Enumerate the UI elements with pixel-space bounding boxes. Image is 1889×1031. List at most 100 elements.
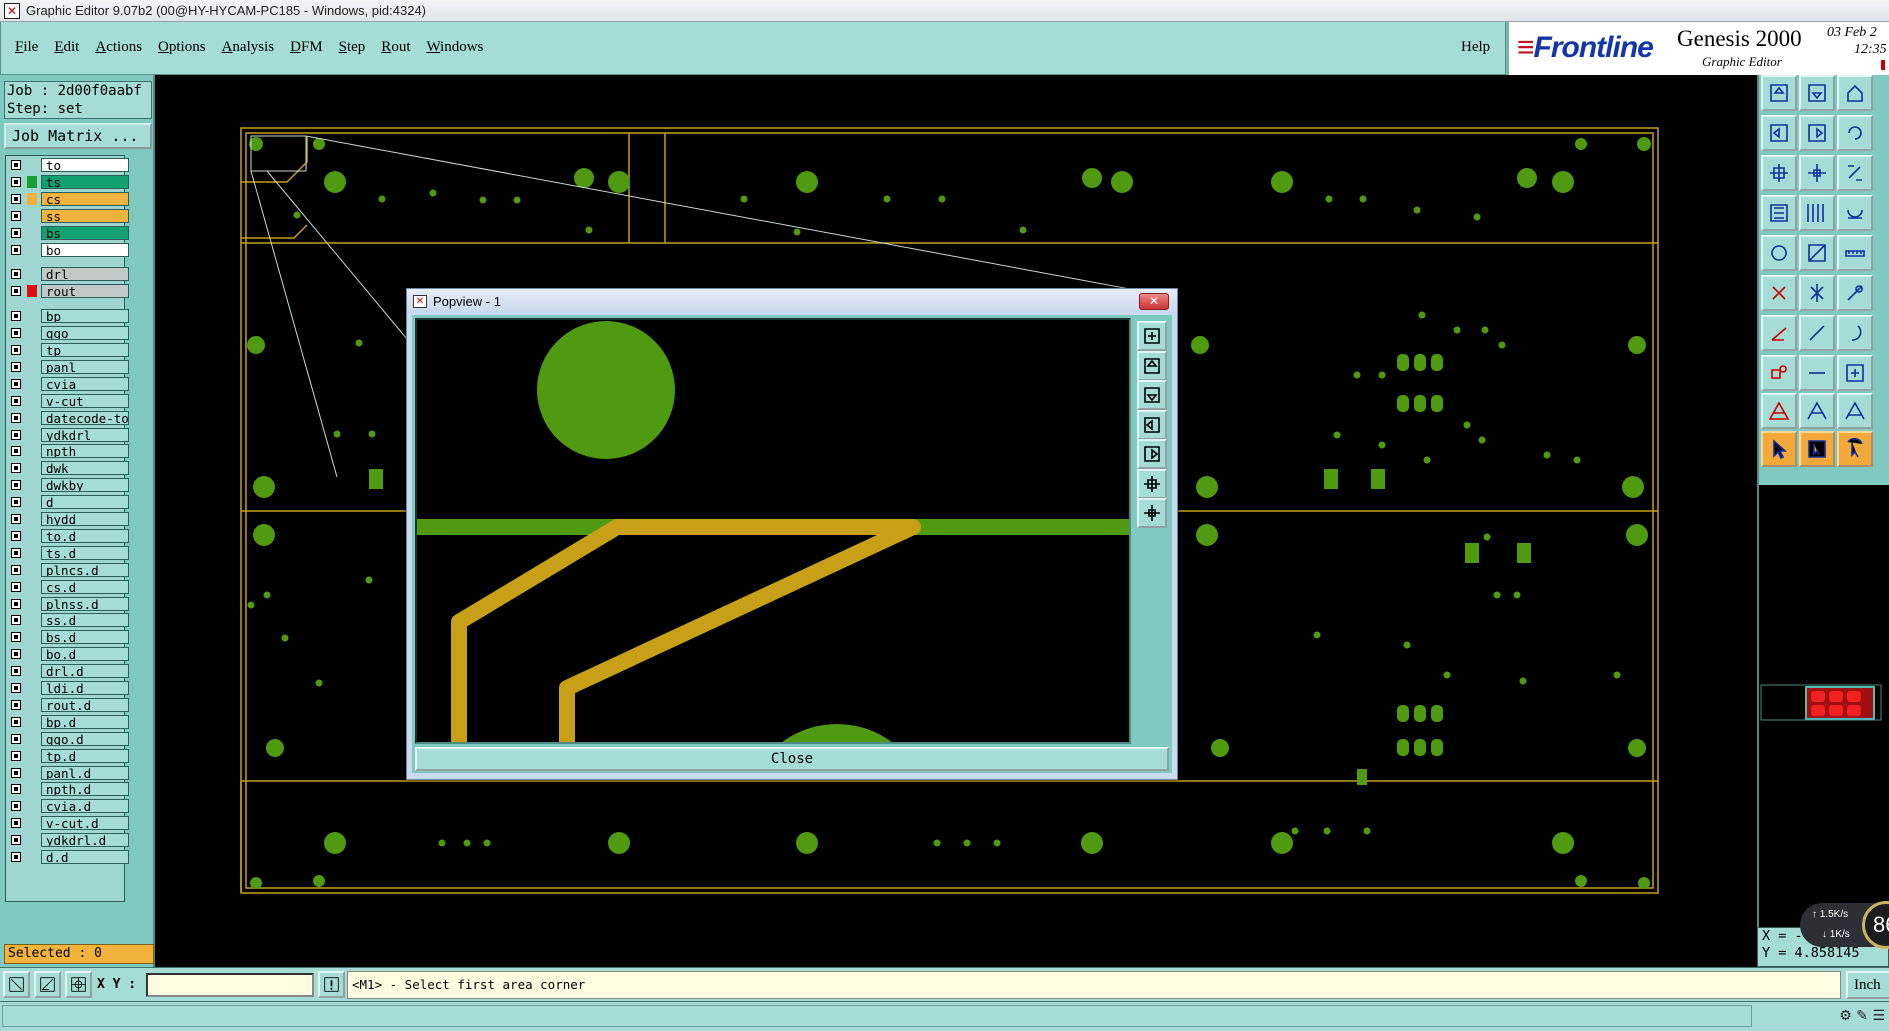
layer-up-button[interactable] [1761,75,1797,111]
layer-checkbox[interactable] [11,395,21,406]
layer-row[interactable]: dwk [8,461,129,476]
layer-checkbox[interactable] [11,632,21,643]
menu-rout[interactable]: Rout [381,39,410,56]
add-line-button[interactable] [1799,235,1835,271]
layer-checkbox[interactable] [11,564,21,575]
overview-map[interactable] [1757,485,1889,967]
layer-checkbox[interactable] [11,852,21,862]
pad-tool-button[interactable] [1761,355,1797,391]
home-button[interactable] [1837,75,1873,111]
layer-row[interactable]: hydd [8,512,129,526]
config-button[interactable] [1837,195,1873,231]
layer-row[interactable]: plnss.d [8,596,129,611]
zoom-half-button[interactable] [1837,155,1873,191]
menu-actions[interactable]: Actions [95,39,142,56]
layer-row[interactable]: ggo.d [8,731,129,746]
layer-row[interactable]: ydkdrl.d [8,833,129,848]
layer-row[interactable]: ldi.d [8,681,129,695]
layer-row[interactable]: bp.d [8,714,129,729]
triangle-a-button[interactable] [1761,393,1797,429]
layer-checkbox[interactable] [11,716,21,727]
layer-row[interactable]: plncs.d [8,562,129,577]
layer-checkbox[interactable] [11,446,21,457]
layer-row[interactable]: ss.d [8,613,129,628]
ruler-button[interactable] [1837,235,1873,271]
layer-row[interactable]: tp [8,343,129,357]
layer-down-button[interactable] [1799,75,1835,111]
alert-button[interactable] [318,971,345,998]
minus-tool-button[interactable] [1799,355,1835,391]
units-button[interactable]: Inch [1846,971,1889,999]
layer-checkbox[interactable] [11,361,21,372]
undo-view-button[interactable] [1837,115,1873,151]
layer-row[interactable]: dwkby [8,478,129,493]
layer-checkbox[interactable] [11,666,21,677]
layer-checkbox[interactable] [11,412,21,423]
layer-checkbox[interactable] [11,598,21,609]
layer-row[interactable]: cvia [8,376,129,391]
menu-edit[interactable]: Edit [54,39,79,56]
popview-layer-down-button[interactable] [1137,380,1167,410]
layer-checkbox[interactable] [11,615,21,626]
job-matrix-button[interactable]: Job Matrix ... [4,123,152,149]
layer-checkbox[interactable] [11,210,21,221]
layer-row[interactable]: rout.d [8,697,129,712]
grid-toggle-button[interactable] [1799,195,1835,231]
layer-checkbox[interactable] [11,547,21,558]
fit-tool-button[interactable] [1837,355,1873,391]
layer-row[interactable]: v-cut.d [8,816,129,831]
popview-fit-button[interactable] [1137,468,1167,499]
layer-checkbox[interactable] [11,378,21,389]
add-node-button[interactable] [1761,275,1797,311]
pan-left-button[interactable] [1761,115,1797,151]
layer-checkbox[interactable] [11,530,21,541]
layer-row[interactable]: to [8,158,129,172]
layer-checkbox[interactable] [11,345,21,355]
layer-row[interactable]: drl.d [8,664,129,679]
menu-analysis[interactable]: Analysis [222,39,275,56]
xy-input[interactable] [146,973,314,997]
measure-button[interactable] [34,971,61,998]
layer-checkbox[interactable] [11,193,21,204]
layer-row[interactable]: datecode-to [8,410,129,425]
layer-checkbox[interactable] [11,784,21,795]
layer-checkbox[interactable] [11,835,21,846]
zoom-area-button[interactable] [3,971,30,998]
layer-checkbox[interactable] [11,497,21,508]
layer-row[interactable]: npth.d [8,782,129,797]
popview-close-button[interactable]: Close [415,747,1169,771]
popview-close-icon[interactable]: ✕ [1139,293,1169,310]
move-node-button[interactable] [1799,275,1835,311]
layer-checkbox[interactable] [11,514,21,524]
layer-row[interactable]: bs [8,225,129,240]
slant-line-button[interactable] [1799,315,1835,351]
layer-row[interactable]: tp.d [8,748,129,763]
layer-row[interactable]: d [8,495,129,510]
layer-row[interactable]: ss [8,208,129,223]
layer-row[interactable]: cs [8,191,129,206]
layer-row[interactable]: drl [8,267,129,282]
layer-checkbox[interactable] [11,818,21,829]
layer-checkbox[interactable] [11,581,21,592]
layer-checkbox[interactable] [11,683,21,693]
layer-checkbox[interactable] [11,176,21,187]
layer-checkbox[interactable] [11,269,21,280]
layer-row[interactable]: rout [8,284,129,299]
layer-row[interactable]: panl.d [8,765,129,780]
menu-step[interactable]: Step [339,39,366,56]
popview-layer-up-button[interactable] [1137,350,1167,381]
layer-checkbox[interactable] [11,801,21,812]
pan-right-button[interactable] [1799,115,1835,151]
layer-row[interactable]: ydkdrl [8,427,129,442]
popview-center-button[interactable] [1137,498,1167,528]
menu-help[interactable]: Help [1461,39,1490,56]
layer-row[interactable]: v-cut [8,393,129,408]
popview-pan-right-button[interactable] [1137,439,1167,469]
triangle-b-button[interactable] [1799,393,1835,429]
layer-checkbox[interactable] [11,429,21,440]
layer-row[interactable]: ts.d [8,545,129,560]
layer-checkbox[interactable] [11,733,21,744]
layer-checkbox[interactable] [11,328,21,339]
layer-checkbox[interactable] [11,480,21,491]
popview-canvas[interactable] [415,318,1131,744]
